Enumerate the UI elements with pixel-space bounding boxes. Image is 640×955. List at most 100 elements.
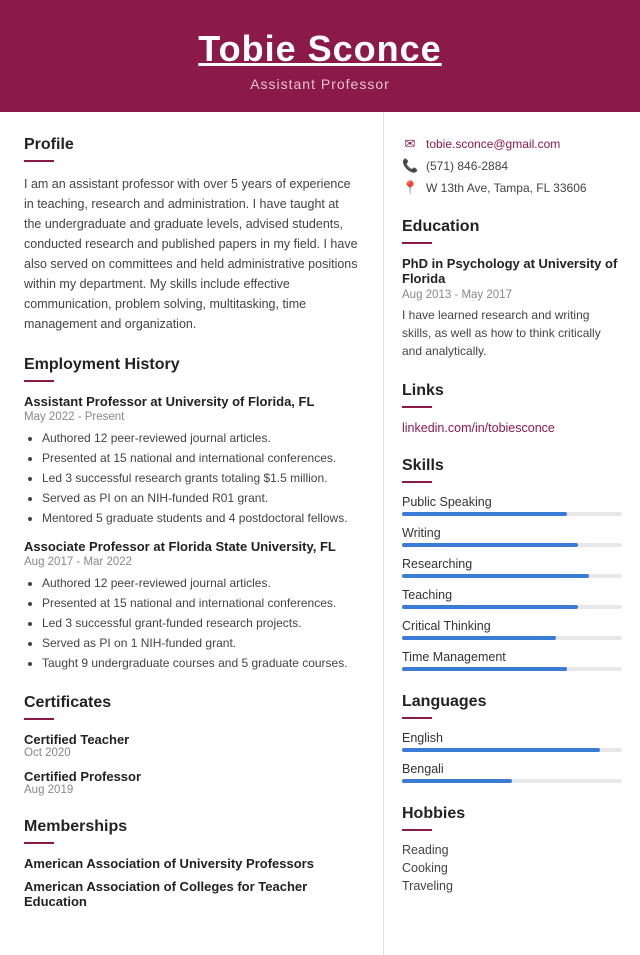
phone-text: (571) 846-2884 (426, 159, 508, 173)
edu-text: I have learned research and writing skil… (402, 306, 622, 360)
skill-row: Researching (402, 557, 622, 578)
hobby-item: Traveling (402, 879, 622, 893)
language-row: English (402, 731, 622, 752)
skill-label: Researching (402, 557, 622, 571)
memberships-title: Memberships (24, 818, 359, 836)
header-name: Tobie Sconce (20, 28, 620, 70)
employment-divider (24, 380, 54, 382)
skill-row: Time Management (402, 650, 622, 671)
skill-bar-bg (402, 512, 622, 516)
edu-degree: PhD in Psychology at University of Flori… (402, 256, 622, 286)
cert-1-date: Oct 2020 (24, 747, 359, 759)
certificates-section: Certificates Certified Teacher Oct 2020 … (24, 694, 359, 796)
address-text: W 13th Ave, Tampa, FL 33606 (426, 181, 587, 195)
skill-label: Critical Thinking (402, 619, 622, 633)
list-item: Presented at 15 national and internation… (42, 594, 359, 612)
skill-row: Writing (402, 526, 622, 547)
contact-address: 📍 W 13th Ave, Tampa, FL 33606 (402, 180, 622, 196)
language-bar-bg (402, 779, 622, 783)
list-item: Served as PI on 1 NIH-funded grant. (42, 634, 359, 652)
skill-label: Writing (402, 526, 622, 540)
job-2-dates: Aug 2017 - Mar 2022 (24, 556, 359, 568)
skill-row: Critical Thinking (402, 619, 622, 640)
link-1: linkedin.com/in/tobiesconce (402, 420, 622, 435)
phone-icon: 📞 (402, 158, 418, 174)
job-1-bullets: Authored 12 peer-reviewed journal articl… (24, 429, 359, 527)
left-column: Profile I am an assistant professor with… (0, 112, 384, 955)
certificates-title: Certificates (24, 694, 359, 712)
skills-section: Skills Public Speaking Writing Researchi… (402, 457, 622, 671)
education-section: Education PhD in Psychology at Universit… (402, 218, 622, 360)
list-item: Mentored 5 graduate students and 4 postd… (42, 509, 359, 527)
skill-bar-fill (402, 667, 567, 671)
skill-bar-fill (402, 574, 589, 578)
skill-bar-bg (402, 543, 622, 547)
memberships-section: Memberships American Association of Univ… (24, 818, 359, 909)
list-item: Led 3 successful grant-funded research p… (42, 614, 359, 632)
skill-bar-fill (402, 605, 578, 609)
languages-title: Languages (402, 693, 622, 711)
profile-section: Profile I am an assistant professor with… (24, 136, 359, 334)
linkedin-link[interactable]: linkedin.com/in/tobiesconce (402, 421, 555, 435)
links-section: Links linkedin.com/in/tobiesconce (402, 382, 622, 435)
hobbies-title: Hobbies (402, 805, 622, 823)
location-icon: 📍 (402, 180, 418, 196)
list-item: Presented at 15 national and internation… (42, 449, 359, 467)
employment-section: Employment History Assistant Professor a… (24, 356, 359, 672)
cert-1: Certified Teacher Oct 2020 (24, 732, 359, 759)
skills-title: Skills (402, 457, 622, 475)
contact-section: ✉ tobie.sconce@gmail.com 📞 (571) 846-288… (402, 136, 622, 196)
hobbies-list: Reading Cooking Traveling (402, 843, 622, 893)
skill-row: Public Speaking (402, 495, 622, 516)
job-1-title: Assistant Professor at University of Flo… (24, 394, 359, 409)
list-item: Authored 12 peer-reviewed journal articl… (42, 429, 359, 447)
skill-bar-bg (402, 605, 622, 609)
cert-2: Certified Professor Aug 2019 (24, 769, 359, 796)
right-column: ✉ tobie.sconce@gmail.com 📞 (571) 846-288… (384, 112, 640, 955)
language-bar-fill (402, 748, 600, 752)
language-bar-fill (402, 779, 512, 783)
job-2-title: Associate Professor at Florida State Uni… (24, 539, 359, 554)
header: Tobie Sconce Assistant Professor (0, 0, 640, 112)
hobbies-divider (402, 829, 432, 831)
skill-row: Teaching (402, 588, 622, 609)
hobbies-section: Hobbies Reading Cooking Traveling (402, 805, 622, 893)
links-title: Links (402, 382, 622, 400)
certificates-divider (24, 718, 54, 720)
education-title: Education (402, 218, 622, 236)
job-2: Associate Professor at Florida State Uni… (24, 539, 359, 672)
cert-2-date: Aug 2019 (24, 784, 359, 796)
skill-bar-fill (402, 512, 567, 516)
skill-label: Teaching (402, 588, 622, 602)
languages-divider (402, 717, 432, 719)
membership-1: American Association of University Profe… (24, 856, 359, 871)
skill-bar-bg (402, 574, 622, 578)
skill-bar-bg (402, 667, 622, 671)
hobby-item: Reading (402, 843, 622, 857)
skill-bar-bg (402, 636, 622, 640)
list-item: Taught 9 undergraduate courses and 5 gra… (42, 654, 359, 672)
employment-title: Employment History (24, 356, 359, 374)
contact-email: ✉ tobie.sconce@gmail.com (402, 136, 622, 152)
edu-dates: Aug 2013 - May 2017 (402, 289, 622, 301)
education-divider (402, 242, 432, 244)
job-2-bullets: Authored 12 peer-reviewed journal articl… (24, 574, 359, 672)
language-row: Bengali (402, 762, 622, 783)
job-1: Assistant Professor at University of Flo… (24, 394, 359, 527)
email-icon: ✉ (402, 136, 418, 152)
profile-divider (24, 160, 54, 162)
memberships-divider (24, 842, 54, 844)
language-bar-bg (402, 748, 622, 752)
email-link[interactable]: tobie.sconce@gmail.com (426, 137, 560, 151)
languages-list: English Bengali (402, 731, 622, 783)
profile-title: Profile (24, 136, 359, 154)
cert-1-name: Certified Teacher (24, 732, 359, 747)
list-item: Authored 12 peer-reviewed journal articl… (42, 574, 359, 592)
skill-label: Public Speaking (402, 495, 622, 509)
contact-phone: 📞 (571) 846-2884 (402, 158, 622, 174)
skills-divider (402, 481, 432, 483)
skills-list: Public Speaking Writing Researching Teac… (402, 495, 622, 671)
hobby-item: Cooking (402, 861, 622, 875)
list-item: Served as PI on an NIH-funded R01 grant. (42, 489, 359, 507)
profile-text: I am an assistant professor with over 5 … (24, 174, 359, 334)
